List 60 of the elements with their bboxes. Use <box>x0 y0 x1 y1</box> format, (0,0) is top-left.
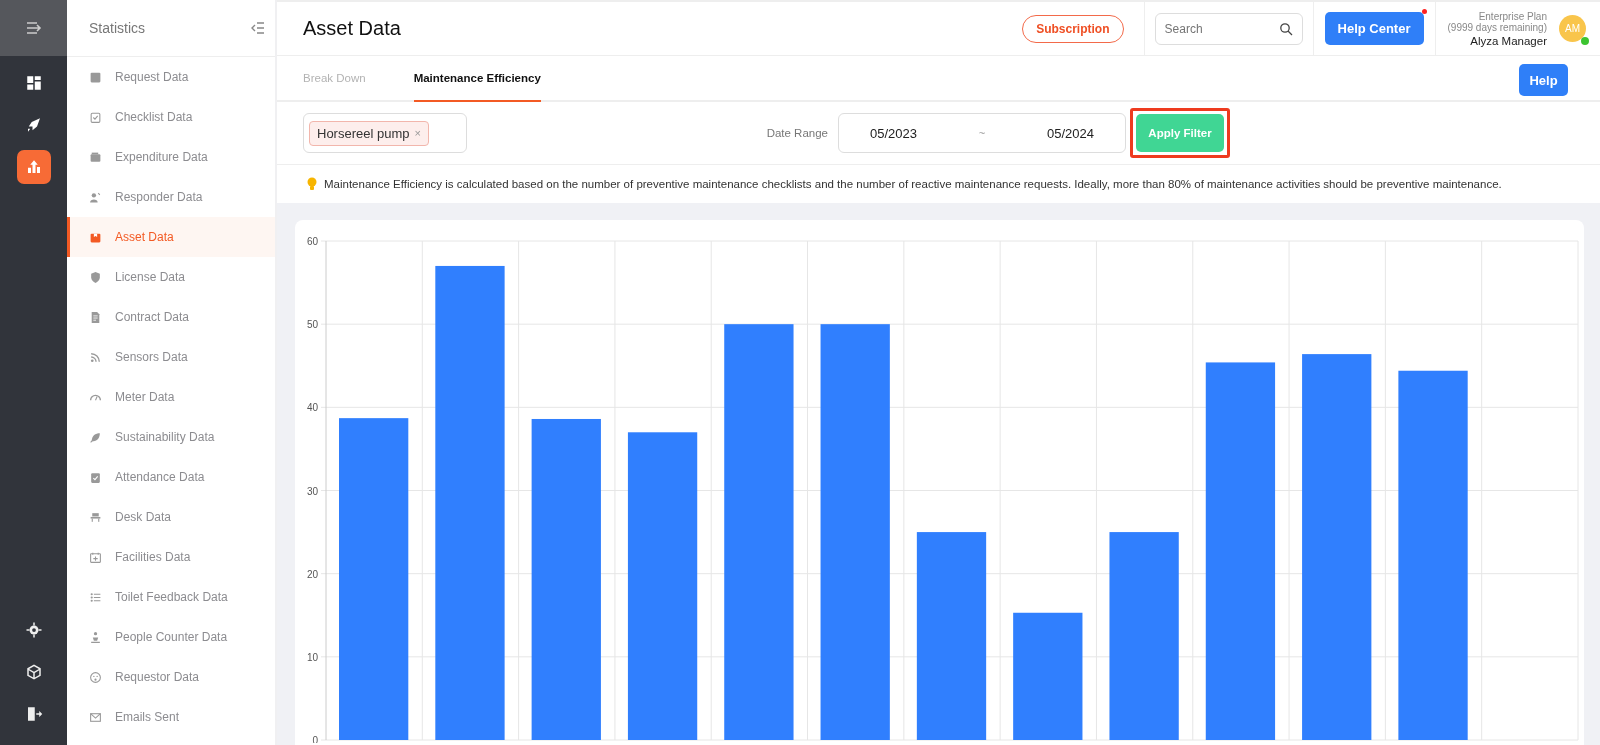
document-icon <box>89 310 102 324</box>
page-title: Asset Data <box>303 17 402 40</box>
date-range-field[interactable]: 05/2023 ~ 05/2024 <box>838 113 1126 153</box>
sidebar-item[interactable]: Facilities Data <box>67 537 275 577</box>
envelope-icon <box>89 710 102 724</box>
tab[interactable]: Maintenance Efficiency <box>413 56 541 102</box>
clipboard-check-icon <box>89 470 102 484</box>
asset-select-field[interactable]: Horsereel pump × <box>303 113 467 153</box>
sidebar-item[interactable]: Sensors Data <box>67 337 275 377</box>
list-icon <box>89 590 102 604</box>
remove-tag-button[interactable]: × <box>414 127 421 139</box>
plan-remaining: (9999 days remaining) <box>1447 21 1547 33</box>
leaf-icon <box>89 430 102 444</box>
person-icon <box>89 190 102 204</box>
sidebar-item[interactable]: Sustainability Data <box>67 417 275 457</box>
y-axis-label: 10 <box>306 651 318 663</box>
search-icon[interactable] <box>1278 21 1293 36</box>
sidebar-item[interactable]: Emails Sent <box>67 697 275 737</box>
sidebar-item[interactable]: Meter Data <box>67 377 275 417</box>
info-text: Maintenance Efficiency is calculated based on the number of preventive maintenance checklists and the number of reactive maintenance requests. Ideally, more than 80% of maintenance activities should be preventive maintenance. <box>324 178 1502 190</box>
collapse-icon[interactable] <box>251 21 265 35</box>
sidebar-item[interactable]: Request Data <box>67 57 275 97</box>
y-axis-label: 60 <box>306 236 318 247</box>
sidebar-item[interactable]: Desk Data <box>67 497 275 537</box>
sidebar-item[interactable]: Contract Data <box>67 297 275 337</box>
plan-name: Enterprise Plan <box>1478 10 1547 22</box>
clipboard-check-icon <box>89 110 102 124</box>
sidebar-title: Statistics <box>89 20 145 36</box>
user-name: Alyza Manager <box>1470 34 1547 47</box>
calendar-icon <box>89 550 102 564</box>
person-icon <box>89 630 102 644</box>
desk-icon <box>89 510 102 524</box>
sidebar-item[interactable]: Attendance Data <box>67 457 275 497</box>
y-axis-label: 30 <box>306 485 318 497</box>
y-axis-label: 40 <box>306 402 318 414</box>
face-icon <box>89 670 102 684</box>
wallet-icon <box>89 150 102 164</box>
signal-icon <box>89 350 102 364</box>
help-center-button[interactable]: Help Center <box>1324 12 1424 45</box>
apply-filter-button[interactable]: Apply Filter <box>1136 114 1224 152</box>
lightbulb-icon <box>307 177 317 191</box>
sidebar-item[interactable]: Expenditure Data <box>67 137 275 177</box>
y-axis-label: 50 <box>306 319 318 331</box>
subscription-button[interactable]: Subscription <box>1022 14 1124 43</box>
y-axis-label: 20 <box>306 568 318 580</box>
search-field[interactable]: Search <box>1154 12 1303 45</box>
sidebar-item[interactable]: Toilet Feedback Data <box>67 577 275 617</box>
sidebar-item[interactable]: Requestor Data <box>67 657 275 697</box>
sidebar-item[interactable]: Responder Data <box>67 177 275 217</box>
sidebar-item[interactable]: Checklist Data <box>67 97 275 137</box>
help-button[interactable]: Help <box>1519 64 1568 96</box>
sidebar-item[interactable]: People Counter Data <box>67 617 275 657</box>
chart-icon[interactable] <box>16 150 51 184</box>
shield-icon <box>89 270 102 284</box>
menu-icon[interactable] <box>25 21 42 35</box>
tab[interactable]: Break Down <box>303 56 366 102</box>
sidebar-item[interactable]: Asset Data <box>67 217 275 257</box>
sidebar-item[interactable]: License Data <box>67 257 275 297</box>
date-range-label: Date Range <box>766 127 828 139</box>
tag-label: Horsereel pump <box>317 125 410 141</box>
